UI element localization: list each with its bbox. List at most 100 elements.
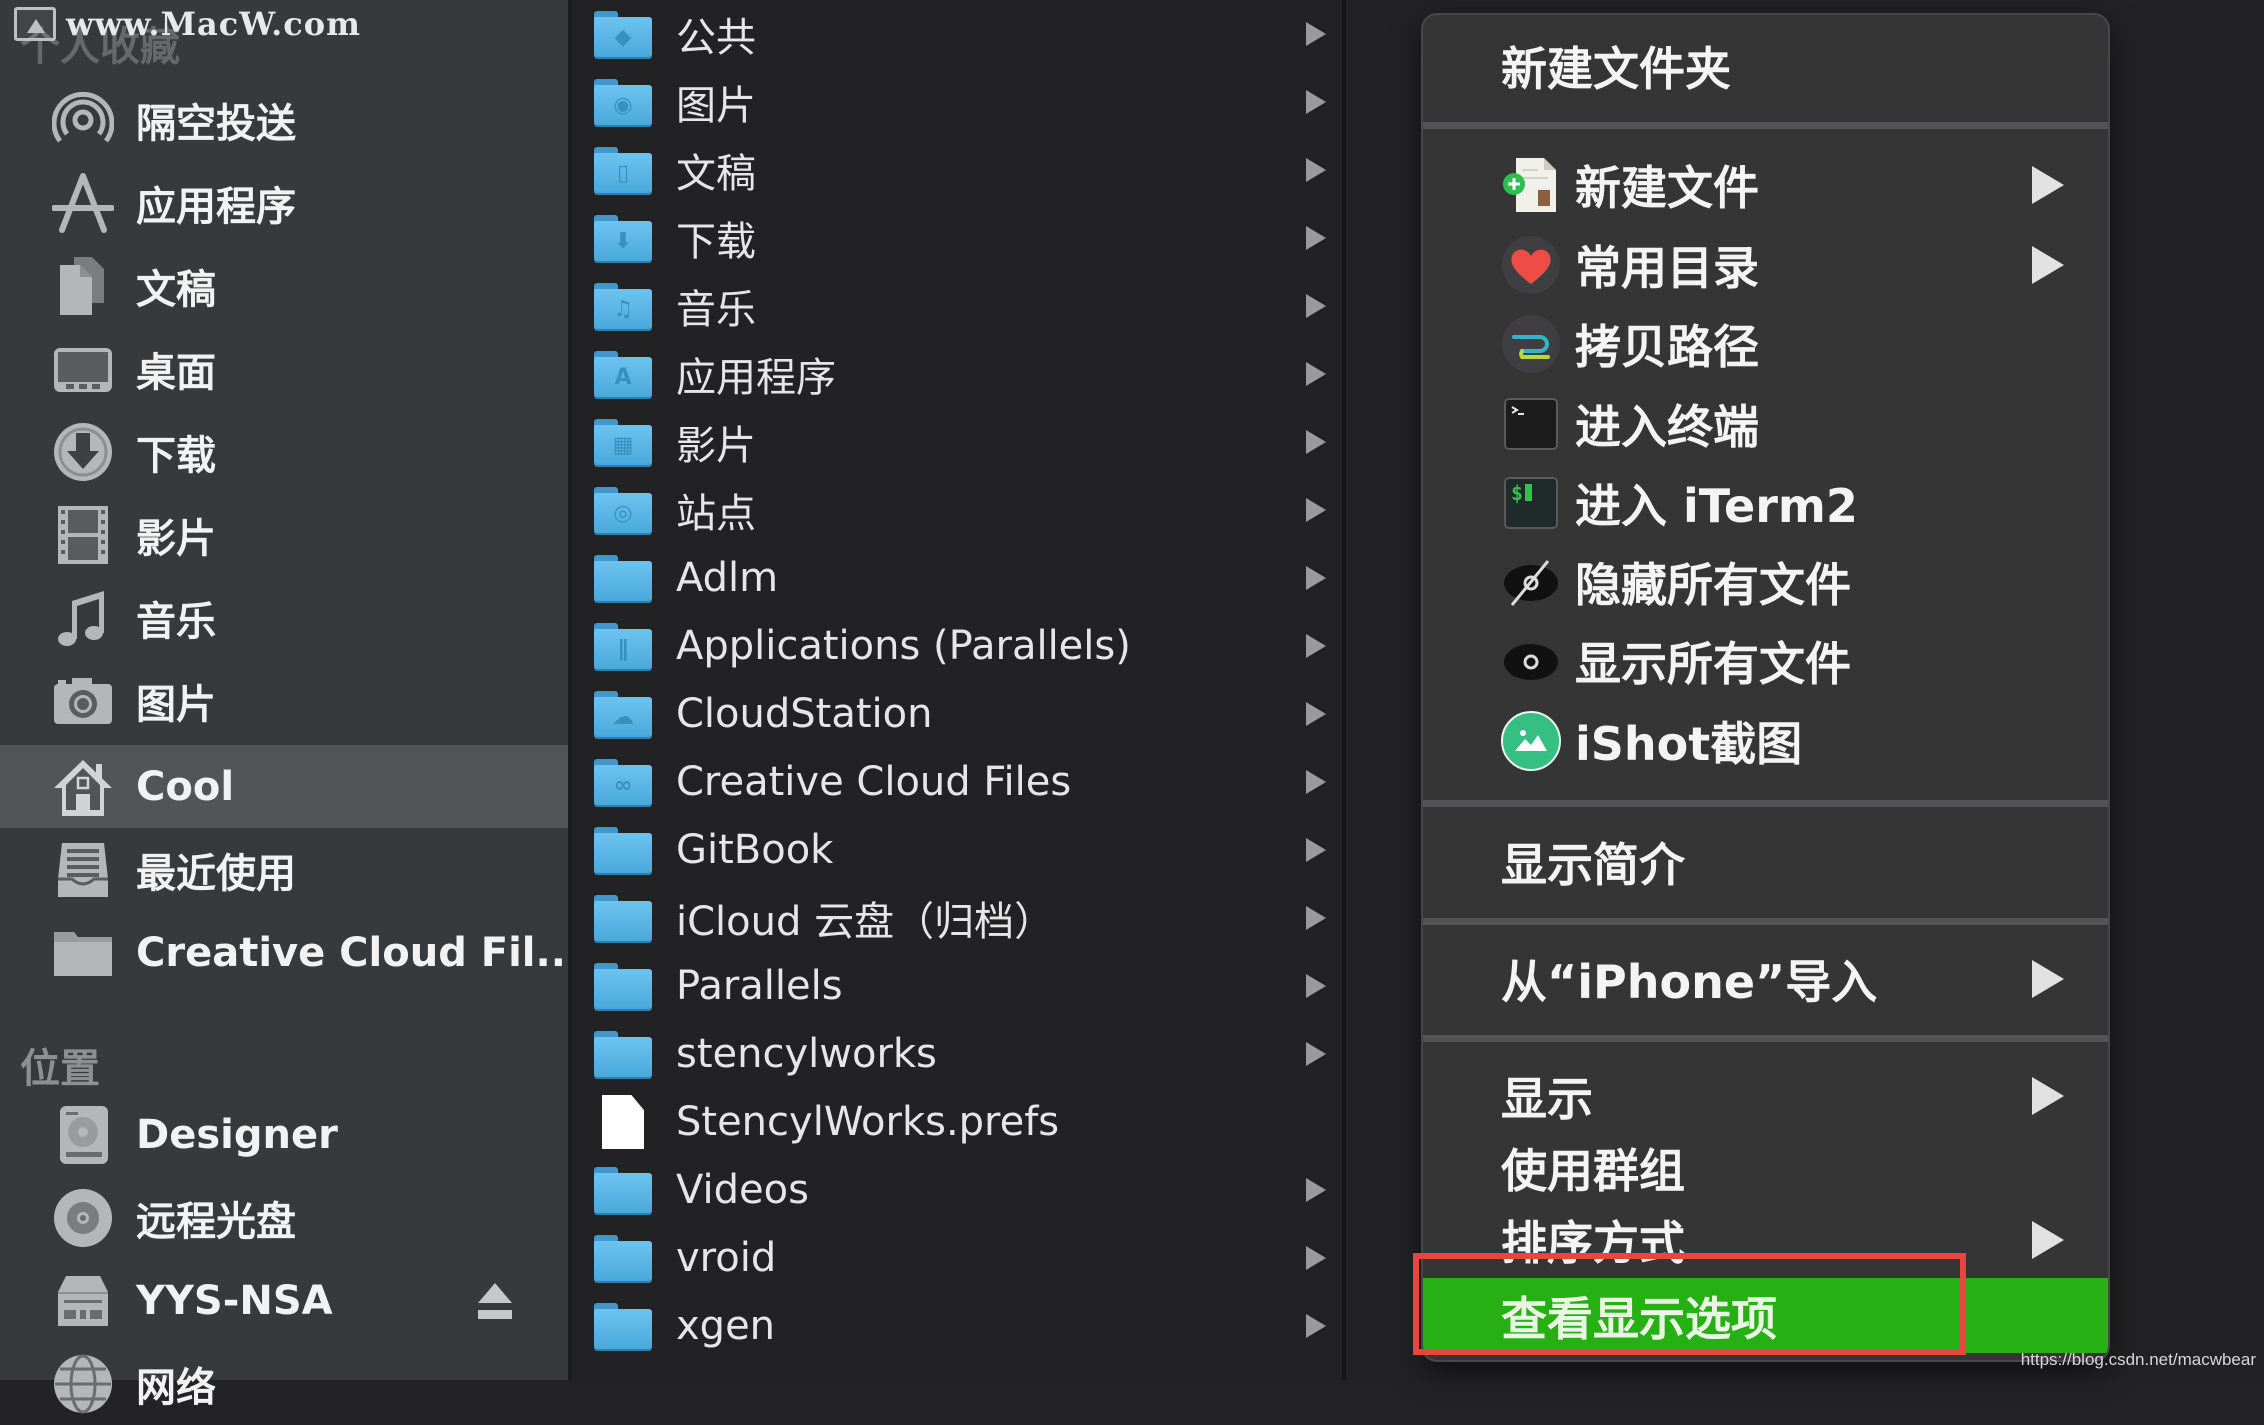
disclosure-arrow-icon [1306, 770, 1326, 794]
submenu-arrow-icon [2032, 166, 2064, 204]
sidebar-item-yys-nsa[interactable]: YYS-NSA [0, 1259, 568, 1342]
folder-row[interactable]: Videos [572, 1156, 1342, 1224]
folder-row[interactable]: A 应用程序 [572, 340, 1342, 408]
menu-item-show-view-options[interactable]: 查看显示选项 [1423, 1278, 2108, 1353]
folder-row[interactable]: stencylworks [572, 1020, 1342, 1088]
remote-disc-icon [50, 1185, 116, 1251]
menu-item-open-terminal[interactable]: 进入终端 [1423, 385, 2108, 463]
ishot-icon [1501, 711, 1561, 771]
menu-item-ishot[interactable]: iShot截图 [1423, 702, 2108, 780]
sidebar-item-desktop[interactable]: 桌面 [0, 327, 568, 410]
sidebar-item-downloads[interactable]: 下载 [0, 410, 568, 493]
folder-icon [594, 1303, 652, 1349]
item-name: 影片 [676, 423, 756, 469]
disclosure-arrow-icon [1306, 1042, 1326, 1066]
folder-row[interactable]: ☁ CloudStation [572, 680, 1342, 748]
disclosure-arrow-icon [1306, 566, 1326, 590]
sidebar-item-applications[interactable]: 应用程序 [0, 161, 568, 244]
disclosure-arrow-icon [1306, 90, 1326, 114]
sidebar-item-creative-cloud[interactable]: Creative Cloud Fil... [0, 911, 581, 994]
disclosure-arrow-icon [1306, 22, 1326, 46]
folder-icon: ◉ [594, 79, 652, 125]
menu-item-get-info[interactable]: 显示简介 [1423, 823, 2108, 901]
desktop-icon [50, 336, 116, 402]
folder-icon: ☁ [594, 691, 652, 737]
folder-icon: ◆ [594, 11, 652, 57]
sidebar-item-music[interactable]: 音乐 [0, 576, 568, 659]
folder-icon [594, 1031, 652, 1077]
item-name: xgen [676, 1303, 776, 1349]
item-name: iCloud 云盘（归档） [676, 899, 1055, 945]
menu-item-use-groups[interactable]: 使用群组 [1423, 1129, 2108, 1207]
new-file-icon [1501, 155, 1561, 215]
macw-logo-icon [14, 7, 56, 41]
menu-separator [1423, 1035, 2108, 1042]
sidebar-item-recents[interactable]: 最近使用 [0, 828, 568, 911]
server-icon [50, 1268, 116, 1334]
folder-row[interactable]: ∥ Applications (Parallels) [572, 612, 1342, 680]
folder-row[interactable]: ▯ 文稿 [572, 136, 1342, 204]
sidebar-item-remote-disc[interactable]: 远程光盘 [0, 1176, 568, 1259]
airdrop-icon [50, 87, 116, 153]
menu-item-sort-by[interactable]: 排序方式 [1423, 1201, 2108, 1279]
file-row[interactable]: StencylWorks.prefs [572, 1088, 1342, 1156]
folder-icon [594, 963, 652, 1009]
eject-button[interactable] [478, 1282, 512, 1319]
disclosure-arrow-icon [1306, 362, 1326, 386]
disclosure-arrow-icon [1306, 1178, 1326, 1202]
item-name: Adlm [676, 555, 779, 601]
folder-row[interactable]: GitBook [572, 816, 1342, 884]
folder-row[interactable]: Adlm [572, 544, 1342, 612]
menu-item-new-folder[interactable]: 新建文件夹 [1423, 27, 2108, 105]
context-menu: 新建文件夹 新建文件 常用目录 拷贝路径 进入终端 $ 进入 iTerm2 隐藏… [1423, 15, 2108, 1360]
copy-path-icon [1501, 314, 1561, 374]
menu-item-open-iterm2[interactable]: $ 进入 iTerm2 [1423, 464, 2108, 542]
folder-row[interactable]: ◉ 图片 [572, 68, 1342, 136]
folder-row[interactable]: ⬇ 下载 [572, 204, 1342, 272]
item-name: StencylWorks.prefs [676, 1099, 1060, 1145]
menu-item-hide-all-files[interactable]: 隐藏所有文件 [1423, 543, 2108, 621]
menu-item-show-all-files[interactable]: 显示所有文件 [1423, 622, 2108, 700]
sidebar-item-airdrop[interactable]: 隔空投送 [0, 78, 568, 161]
disclosure-arrow-icon [1306, 226, 1326, 250]
folder-icon [594, 895, 652, 941]
item-name: CloudStation [676, 691, 933, 737]
folder-icon [594, 555, 652, 601]
folder-icon [50, 920, 116, 986]
menu-item-favorite-dirs[interactable]: 常用目录 [1423, 226, 2108, 304]
sidebar-item-home[interactable]: Cool [0, 745, 568, 828]
sidebar-item-documents[interactable]: 文稿 [0, 244, 568, 327]
disclosure-arrow-icon [1306, 634, 1326, 658]
sidebar-item-movies[interactable]: 影片 [0, 493, 568, 576]
item-name: stencylworks [676, 1031, 937, 1077]
folder-row[interactable]: Parallels [572, 952, 1342, 1020]
disclosure-arrow-icon [1306, 158, 1326, 182]
item-name: Creative Cloud Files [676, 759, 1072, 805]
folder-row[interactable]: ∞ Creative Cloud Files [572, 748, 1342, 816]
sidebar-item-network[interactable]: 网络 [0, 1342, 568, 1425]
folder-icon: A [594, 351, 652, 397]
sidebar-item-designer[interactable]: Designer [0, 1093, 568, 1176]
item-name: 站点 [676, 491, 756, 537]
menu-separator [1423, 122, 2108, 129]
menu-item-import-from-iphone[interactable]: 从“iPhone”导入 [1423, 940, 2108, 1018]
menu-item-new-file[interactable]: 新建文件 [1423, 146, 2108, 224]
folder-row[interactable]: ▦ 影片 [572, 408, 1342, 476]
downloads-icon [50, 419, 116, 485]
hide-eye-icon [1501, 552, 1561, 612]
menu-item-show[interactable]: 显示 [1423, 1057, 2108, 1135]
disclosure-arrow-icon [1306, 838, 1326, 862]
music-icon [50, 585, 116, 651]
menu-item-copy-path[interactable]: 拷贝路径 [1423, 305, 2108, 383]
folder-row[interactable]: vroid [572, 1224, 1342, 1292]
folder-row[interactable]: ◆ 公共 [572, 0, 1342, 68]
submenu-arrow-icon [2032, 246, 2064, 284]
recents-icon [50, 837, 116, 903]
submenu-arrow-icon [2032, 1077, 2064, 1115]
folder-row[interactable]: ♫ 音乐 [572, 272, 1342, 340]
folder-row[interactable]: ◎ 站点 [572, 476, 1342, 544]
folder-row[interactable]: iCloud 云盘（归档） [572, 884, 1342, 952]
sidebar-item-pictures[interactable]: 图片 [0, 659, 568, 742]
folder-row[interactable]: xgen [572, 1292, 1342, 1360]
item-name: vroid [676, 1235, 777, 1281]
